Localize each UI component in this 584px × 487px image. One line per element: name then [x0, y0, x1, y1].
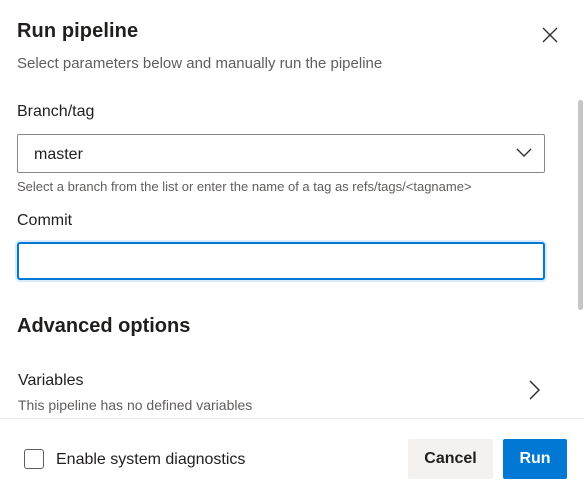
- branch-label: Branch/tag: [17, 103, 95, 120]
- variables-row[interactable]: Variables This pipeline has no defined v…: [0, 362, 572, 418]
- cancel-button[interactable]: Cancel: [408, 439, 493, 479]
- close-button[interactable]: [536, 22, 564, 48]
- panel-subtitle: Select parameters below and manually run…: [17, 55, 383, 72]
- advanced-options-heading: Advanced options: [17, 315, 191, 337]
- variables-title: Variables: [18, 372, 84, 389]
- panel-title: Run pipeline: [17, 20, 139, 42]
- branch-dropdown-value: master: [34, 146, 83, 163]
- variables-description: This pipeline has no defined variables: [18, 397, 253, 413]
- branch-dropdown[interactable]: master: [17, 134, 545, 173]
- diagnostics-checkbox[interactable]: [24, 449, 44, 469]
- commit-label: Commit: [17, 212, 73, 229]
- scrollbar[interactable]: [578, 100, 583, 310]
- diagnostics-label[interactable]: Enable system diagnostics: [56, 451, 245, 469]
- close-icon: [542, 27, 558, 43]
- run-pipeline-panel: Run pipeline Select parameters below and…: [0, 0, 584, 487]
- panel-footer: Enable system diagnostics Cancel Run: [0, 418, 584, 487]
- chevron-right-icon: [529, 380, 541, 400]
- commit-input[interactable]: [17, 242, 545, 280]
- chevron-down-icon: [516, 148, 532, 157]
- run-button[interactable]: Run: [503, 439, 567, 479]
- branch-hint: Select a branch from the list or enter t…: [17, 179, 472, 194]
